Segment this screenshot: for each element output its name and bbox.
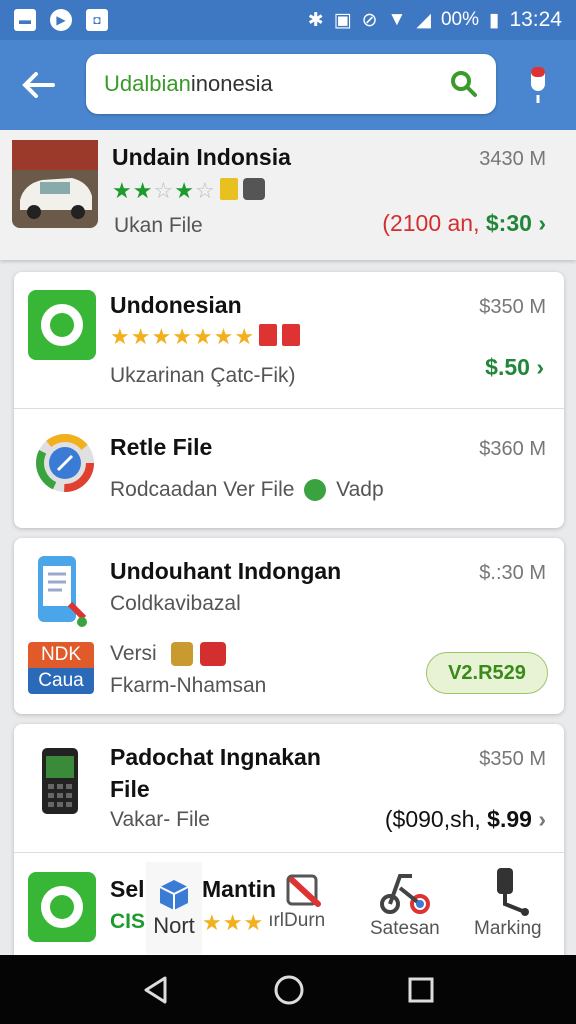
cube-icon bbox=[159, 880, 189, 910]
search-icon[interactable] bbox=[450, 70, 478, 98]
app-subtitle: Ukan File bbox=[114, 214, 203, 237]
price[interactable]: ($090,sh, $.99 › bbox=[385, 806, 546, 833]
tab-label: Marking bbox=[474, 918, 542, 939]
app-title: Undouhant Indongan bbox=[110, 558, 342, 584]
tab-label: Satesan bbox=[370, 918, 440, 939]
app-title: Retle File bbox=[110, 434, 213, 460]
tab-marking[interactable]: Marking bbox=[474, 866, 542, 940]
back-triangle-icon[interactable] bbox=[141, 975, 171, 1005]
rating-stars: ★ ★ ★ ırlDurn bbox=[202, 910, 326, 935]
divider bbox=[14, 408, 564, 409]
media-icon: ◘ bbox=[86, 9, 108, 31]
bluetooth-icon: ✱ bbox=[307, 9, 324, 31]
developer-label: Fkarm-Nhamsan bbox=[110, 674, 267, 697]
sim-icon bbox=[219, 178, 238, 200]
scooter-icon bbox=[379, 874, 430, 914]
tag-icon bbox=[304, 479, 327, 502]
app-bar: Udalbianinonesia bbox=[0, 40, 576, 130]
price[interactable]: $.50 › bbox=[485, 354, 544, 381]
clock: 13:24 bbox=[509, 8, 562, 31]
phone-icon bbox=[42, 748, 78, 814]
tab-satesan[interactable]: Satesan bbox=[370, 866, 440, 940]
app-subtitle: CIS bbox=[110, 910, 146, 933]
phone-document-icon bbox=[38, 556, 87, 627]
search-field[interactable]: Udalbianinonesia bbox=[86, 54, 496, 114]
app-subtitle: Ukzarinan Çatc-Fik) bbox=[110, 364, 296, 387]
signal-icon: ◢ bbox=[416, 9, 431, 31]
drive-icon bbox=[242, 178, 265, 200]
doc-badge-icon bbox=[259, 324, 278, 346]
doc-badge-icon bbox=[282, 324, 301, 346]
back-arrow-icon bbox=[22, 72, 55, 98]
app-icon bbox=[28, 872, 96, 942]
app-size: $.:30 M bbox=[479, 562, 546, 584]
tab-nort[interactable]: Nort bbox=[146, 862, 202, 954]
app-subtitle: Vakar- File bbox=[110, 808, 210, 831]
version-label: Versi bbox=[110, 642, 227, 667]
recents-square-icon[interactable] bbox=[407, 976, 435, 1004]
mic-button[interactable] bbox=[520, 62, 556, 108]
tab-label: Nort bbox=[153, 913, 195, 938]
car-thumbnail bbox=[12, 140, 98, 228]
status-bar: ▬ ▶ ◘ ✱ ▣ ⊘ ▼ ◢ 00% ▮ 13:24 bbox=[0, 0, 576, 40]
back-button[interactable] bbox=[0, 40, 76, 130]
divider bbox=[14, 852, 564, 853]
app-title-rest: Mantin bbox=[202, 876, 277, 902]
list-item[interactable]: Undain Indonsia 3430 M ★ ★ ☆ ★ ☆ Ukan File (… bbox=[0, 130, 576, 260]
app-title: Undain Indonsia bbox=[112, 144, 291, 170]
battery-percent: 00% bbox=[440, 9, 479, 30]
app-card: Undonesian $350 M ★ ★ ★ ★ ★ ★ ★ Ukzarinan Çatc… bbox=[14, 272, 564, 528]
rating-stars: ★ ★ ☆ ★ ☆ bbox=[112, 178, 265, 204]
home-circle-icon[interactable] bbox=[273, 974, 305, 1006]
compass-icon bbox=[36, 434, 94, 492]
mic-icon bbox=[531, 67, 545, 103]
app-size: $350 M bbox=[479, 748, 546, 770]
marker-icon bbox=[496, 868, 529, 916]
version-badge[interactable]: V2.R529 bbox=[426, 652, 548, 694]
battery-icon: ▮ bbox=[488, 9, 500, 31]
box-icon bbox=[200, 642, 227, 667]
app-card[interactable]: Undouhant Indongan $.:30 M Coldkavibazal… bbox=[14, 538, 564, 714]
rating-stars: ★ ★ ★ ★ ★ ★ ★ bbox=[110, 324, 301, 350]
app-size: $350 M bbox=[479, 296, 546, 318]
play-icon: ▶ bbox=[50, 9, 72, 31]
price[interactable]: (2100 an, $:30 › bbox=[382, 210, 546, 237]
nfc-icon: ▣ bbox=[333, 9, 352, 31]
app-title: Sel bbox=[110, 876, 145, 902]
app-size: $360 M bbox=[479, 438, 546, 460]
app-title: Padochat Ingnakan bbox=[110, 744, 321, 770]
system-nav-bar bbox=[0, 955, 576, 1024]
coins-icon bbox=[170, 642, 193, 667]
chevron-right-icon: › bbox=[536, 354, 544, 380]
chevron-right-icon: › bbox=[538, 210, 546, 236]
app-subtitle: Coldkavibazal bbox=[110, 592, 241, 615]
wifi-icon: ▼ bbox=[387, 9, 407, 30]
search-input[interactable]: Udalbianinonesia bbox=[104, 71, 450, 97]
app-title-line2: File bbox=[110, 776, 150, 802]
app-icon bbox=[28, 290, 96, 360]
app-size: 3430 M bbox=[479, 148, 546, 170]
app-subtitle: Rodcaadan Ver File Vadp bbox=[110, 478, 384, 502]
tool-icon bbox=[286, 874, 321, 907]
app-logo: NDK Caua bbox=[28, 642, 94, 694]
app-title: Undonesian bbox=[110, 292, 242, 318]
data-icon: ⊘ bbox=[361, 9, 378, 31]
gallery-icon: ▬ bbox=[14, 9, 36, 31]
